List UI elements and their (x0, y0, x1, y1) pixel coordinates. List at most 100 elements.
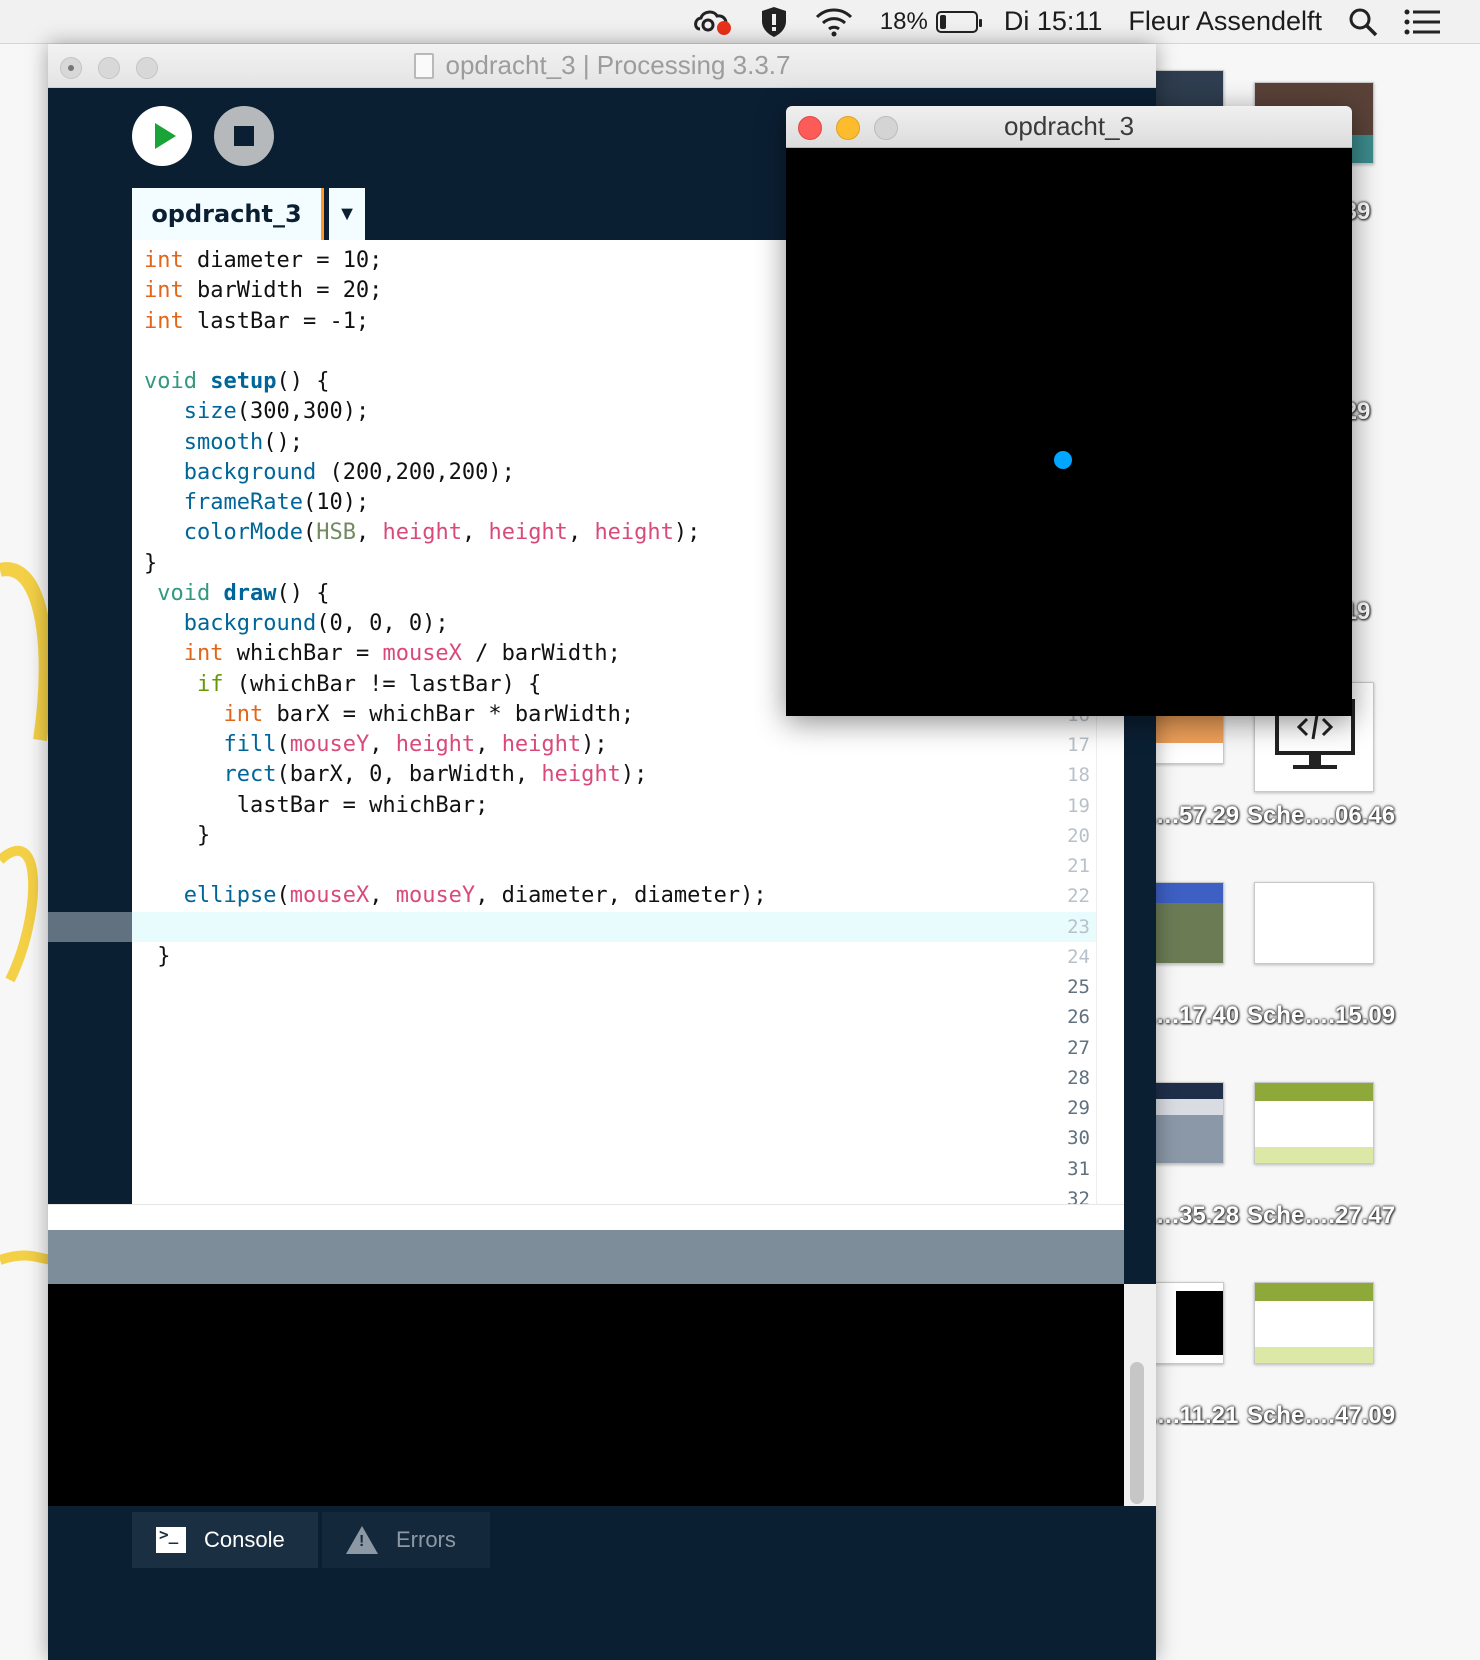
line-number: 17 (1067, 734, 1090, 756)
play-icon (154, 123, 176, 149)
code-token: (barX, 0, barWidth, (276, 762, 542, 788)
search-icon[interactable] (1348, 7, 1378, 37)
code-token: mouseX (289, 883, 370, 909)
minimize-window-button[interactable] (98, 57, 120, 79)
code-line[interactable]: background (200,200,200); (144, 458, 515, 488)
code-line[interactable]: lastBar = whichBar; (144, 791, 489, 821)
warning-icon (346, 1526, 378, 1554)
code-token: (whichBar != lastBar) { (223, 671, 542, 697)
code-line[interactable]: int whichBar = mouseX / barWidth; (144, 639, 621, 669)
console-tab-label: Console (204, 1527, 285, 1552)
line-number: 29 (1067, 1097, 1090, 1119)
code-line[interactable]: int barWidth = 20; (144, 276, 382, 306)
console-scroll-thumb[interactable] (1130, 1362, 1144, 1504)
code-line[interactable]: } (144, 549, 157, 579)
list-icon[interactable] (1404, 9, 1440, 35)
console-tab[interactable]: Console (132, 1512, 318, 1568)
code-token: (); (263, 429, 303, 455)
code-line[interactable]: void draw() { (144, 579, 329, 609)
desktop-screenshot-icon[interactable] (1254, 1082, 1374, 1164)
errors-tab[interactable]: Errors (322, 1512, 490, 1568)
tab-menu-button[interactable]: ▼ (329, 188, 365, 240)
code-token: size (183, 399, 237, 425)
code-token: } (144, 943, 171, 969)
code-line[interactable]: rect(barX, 0, barWidth, height); (144, 760, 647, 790)
code-token: background (183, 459, 317, 485)
code-token: ellipse (183, 883, 277, 909)
clock[interactable]: Di 15:11 (1004, 6, 1103, 37)
code-token: , diameter, diameter); (475, 883, 767, 909)
code-token: int (223, 701, 264, 727)
code-line[interactable]: int barX = whichBar * barWidth; (144, 700, 634, 730)
code-line[interactable]: colorMode(HSB, height, height, height); (144, 518, 701, 548)
code-line[interactable]: } (144, 821, 210, 851)
tab-opdracht-3[interactable]: opdracht_3 (132, 188, 324, 240)
code-line[interactable]: int lastBar = -1; (144, 307, 369, 337)
stop-button[interactable] (214, 106, 274, 166)
line-number: 18 (1067, 764, 1090, 787)
sketch-canvas[interactable] (786, 148, 1352, 716)
desktop-icon-label[interactable]: Sche….47.09 (1236, 1402, 1406, 1430)
document-icon (413, 52, 434, 79)
code-line[interactable]: ellipse(mouseX, mouseY, diameter, diamet… (144, 881, 767, 911)
code-line[interactable]: if (whichBar != lastBar) { (144, 670, 541, 700)
code-line[interactable]: void setup() { (144, 367, 329, 397)
code-token: (0, 0, 0); (316, 611, 449, 636)
battery-percent: 18% (879, 7, 928, 35)
code-token: , (369, 732, 396, 757)
battery-status[interactable]: 18% (879, 7, 982, 36)
desktop-icon-label[interactable]: Sche….27.47 (1236, 1202, 1406, 1230)
minimize-sketch-button[interactable] (836, 116, 860, 140)
line-number: 19 (1067, 794, 1090, 817)
desktop-icon-label[interactable]: Sche….15.09 (1236, 1002, 1406, 1030)
code-line[interactable]: int diameter = 10; (144, 246, 382, 276)
sketch-title-bar[interactable]: opdracht_3 (786, 106, 1352, 148)
user-name[interactable]: Fleur Assendelft (1128, 6, 1322, 37)
line-number: 30 (1067, 1127, 1090, 1150)
code-line[interactable]: frameRate(10); (144, 488, 369, 518)
code-line[interactable]: smooth(); (144, 428, 303, 458)
close-window-button[interactable] (60, 57, 82, 79)
console-divider[interactable] (48, 1230, 1124, 1284)
wifi-icon[interactable] (814, 7, 854, 37)
code-line[interactable]: size(300,300); (144, 397, 369, 427)
desktop-screenshot-icon[interactable] (1254, 1282, 1374, 1364)
console-output[interactable] (48, 1284, 1124, 1506)
code-token: () { (276, 580, 330, 606)
code-token: int (144, 308, 184, 334)
code-line[interactable]: fill(mouseY, height, height); (144, 730, 607, 760)
code-token: setup (210, 369, 277, 394)
line-number-gutter (48, 240, 132, 1204)
zoom-sketch-button[interactable] (874, 116, 898, 140)
creative-cloud-icon[interactable] (692, 7, 734, 37)
code-line[interactable]: } (144, 942, 171, 972)
editor-horizontal-scrollbar[interactable] (48, 1204, 1124, 1230)
code-token: int (144, 248, 184, 273)
code-token: mouseX (382, 641, 462, 667)
code-token: background (183, 611, 317, 636)
close-sketch-button[interactable] (798, 116, 822, 140)
desktop-screenshot-icon[interactable] (1254, 882, 1374, 964)
desktop-icon-label[interactable]: Sche….06.46 (1236, 802, 1406, 830)
code-token: if (196, 671, 224, 697)
code-token: diameter = 10; (183, 248, 383, 273)
code-token: colorMode (183, 520, 303, 546)
ide-title-bar[interactable]: opdracht_3 | Processing 3.3.7 (48, 44, 1156, 88)
code-token: , (461, 520, 489, 546)
shield-icon[interactable] (760, 6, 788, 38)
line-number: 24 (1067, 945, 1090, 968)
code-token: , (475, 732, 502, 757)
current-line-gutter (48, 911, 132, 942)
zoom-window-button[interactable] (136, 57, 158, 79)
code-line[interactable]: background(0, 0, 0); (144, 609, 449, 639)
ide-footer: Console Errors (48, 1506, 1156, 1660)
sketch-window: opdracht_3 (786, 106, 1352, 716)
line-number: 32 (1067, 1187, 1090, 1204)
run-button[interactable] (132, 106, 192, 166)
code-token: barWidth = 20; (183, 278, 383, 304)
